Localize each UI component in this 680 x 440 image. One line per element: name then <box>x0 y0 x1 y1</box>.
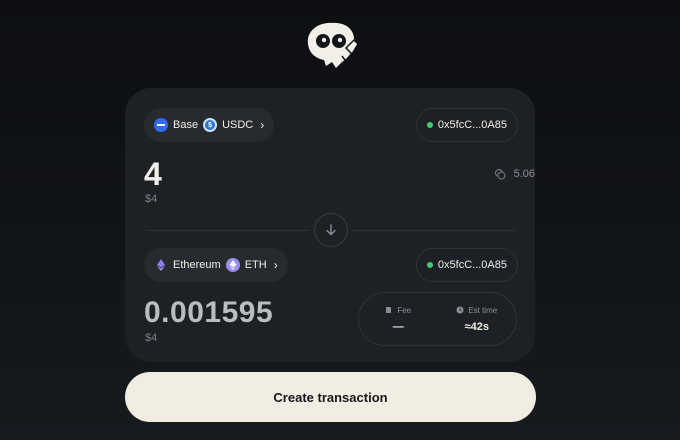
coins-icon <box>494 168 506 180</box>
destination-amount: 0.001595 <box>144 296 274 329</box>
fee-label-row: Fee <box>385 306 411 315</box>
source-chain-label: Base <box>173 119 199 131</box>
destination-address-button[interactable]: 0x5fcC...0A85 <box>415 248 518 282</box>
arrow-down-icon <box>326 224 336 236</box>
fee-column: Fee — <box>359 293 438 345</box>
chevron-right-icon: › <box>260 118 265 132</box>
source-address-button[interactable]: 0x5fcC...0A85 <box>415 108 518 142</box>
destination-token-label: ETH <box>244 259 267 271</box>
divider-left <box>146 230 310 231</box>
source-balance[interactable]: 5.06 <box>494 168 535 180</box>
connected-status-dot-icon <box>426 262 433 268</box>
destination-chain-label: Ethereum <box>173 259 221 271</box>
ethereum-chain-icon <box>157 259 165 271</box>
base-chain-icon <box>154 118 168 132</box>
time-label-row: Est time <box>456 306 497 315</box>
clock-icon <box>456 306 464 314</box>
fee-label: Fee <box>397 305 412 315</box>
transaction-info-box: Fee — Est time ≈42s <box>358 292 517 346</box>
destination-amount-usd: $4 <box>145 332 158 344</box>
fee-value: — <box>392 320 404 333</box>
balance-value: 5.06 <box>513 168 535 180</box>
time-column: Est time ≈42s <box>438 293 517 345</box>
fuel-icon <box>386 307 392 313</box>
usdc-token-icon: $ <box>203 118 218 132</box>
chevron-right-icon: › <box>273 258 278 272</box>
source-token-label: USDC <box>222 119 254 131</box>
source-amount-input[interactable]: 4 <box>144 156 162 193</box>
ghost-mascot-logo-icon <box>307 22 359 68</box>
divider-right <box>352 230 516 231</box>
create-transaction-button[interactable]: Create transaction <box>125 372 536 422</box>
destination-chain-selector[interactable]: Ethereum ETH › <box>144 248 288 282</box>
source-chain-selector[interactable]: Base $ USDC › <box>144 108 275 142</box>
connected-status-dot-icon <box>426 122 433 128</box>
source-address-label: 0x5fcC...0A85 <box>437 119 507 131</box>
source-amount-usd: $4 <box>145 193 158 205</box>
time-label: Est time <box>468 305 498 315</box>
swap-direction-button[interactable] <box>314 213 348 247</box>
eth-token-icon <box>225 258 240 272</box>
time-value: ≈42s <box>464 320 489 333</box>
destination-address-label: 0x5fcC...0A85 <box>437 259 507 271</box>
